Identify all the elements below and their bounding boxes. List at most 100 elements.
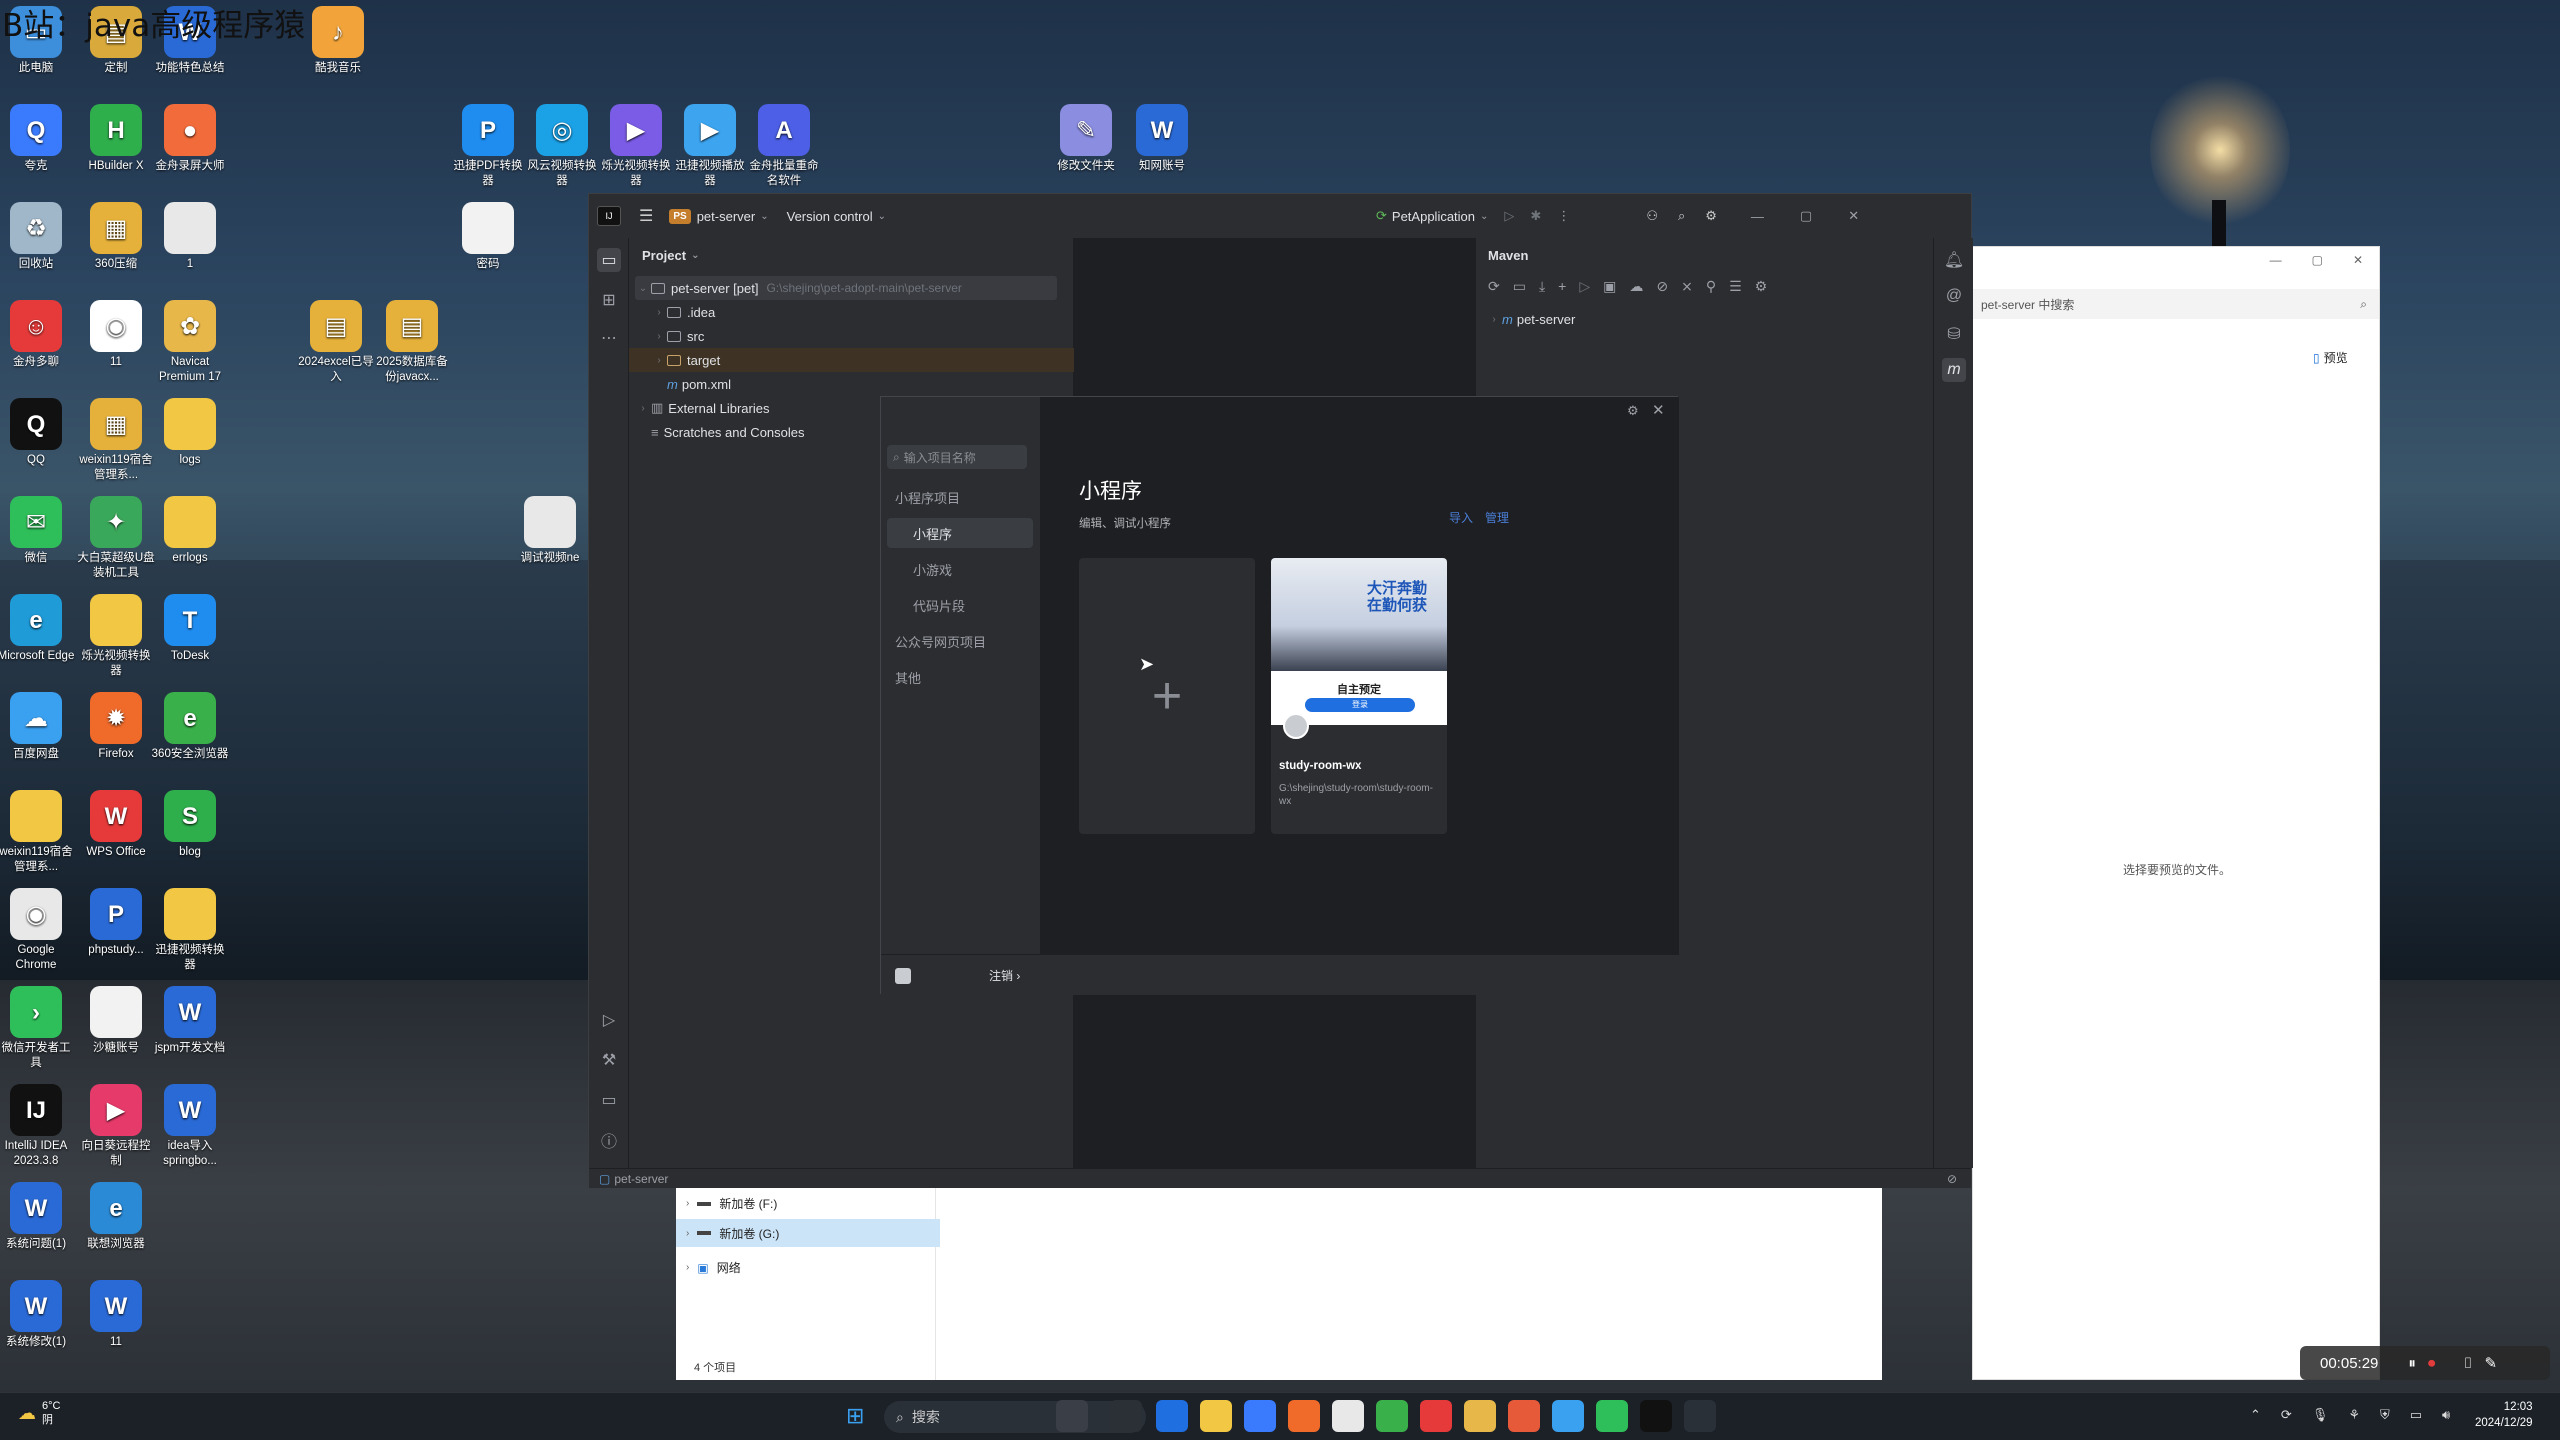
navicat-icon[interactable] (1464, 1400, 1496, 1432)
app-icon-3[interactable] (1508, 1400, 1540, 1432)
collapse-icon[interactable]: ⨯ (1681, 278, 1693, 295)
drive-g[interactable]: › 新加卷 (G:) (676, 1219, 940, 1247)
maximize-icon[interactable]: ▢ (1800, 208, 1812, 224)
microphone-icon[interactable]: 🎙︎ (2312, 1407, 2329, 1423)
minimize-icon[interactable]: — (1751, 209, 1764, 224)
desktop-icon[interactable]: weixin119宿舍管理系... (0, 790, 76, 875)
new-project-card[interactable]: + (1079, 558, 1255, 834)
tree-item-external-libraries[interactable]: › ▥ External Libraries (635, 396, 769, 420)
antivirus-icon[interactable]: ⛨ (2380, 1407, 2390, 1423)
readonly-icon[interactable]: ⊘ (1947, 1172, 1957, 1186)
ime-icon[interactable]: ⚘ (2348, 1407, 2360, 1423)
app-icon-1[interactable] (1056, 1400, 1088, 1432)
download-icon[interactable]: ⤓ (1539, 278, 1545, 295)
folder-icon[interactable]: ▭ (597, 248, 621, 272)
desktop-icon[interactable]: logs (150, 398, 230, 468)
project-selector[interactable]: PS pet-server ⌄ (669, 208, 769, 224)
desktop-icon[interactable]: ▦ 360压缩 (76, 202, 156, 272)
desktop-icon[interactable]: Sblog (150, 790, 230, 860)
lifecycle-icon[interactable]: ▣ (1603, 278, 1616, 295)
firefox-icon[interactable] (1288, 1400, 1320, 1432)
desktop-icon[interactable]: 烁光视频转换器 (76, 594, 156, 679)
maven-project-row[interactable]: › m pet-server (1486, 307, 1575, 331)
close-icon[interactable]: ✕ (2353, 253, 2363, 267)
chrome-icon[interactable] (1332, 1400, 1364, 1432)
browser-icon[interactable] (1376, 1400, 1408, 1432)
desktop-icon[interactable]: W 系统问题(1) (0, 1182, 76, 1252)
weather-widget[interactable]: ☁ 6°C 阴 (18, 1399, 60, 1427)
desktop-icon[interactable]: ◉ Google Chrome (0, 888, 76, 973)
minimize-icon[interactable]: — (2270, 253, 2282, 267)
desktop-icon[interactable]: P 迅捷PDF转换器 (448, 104, 528, 189)
desktop-icon[interactable]: Wjspm开发文档 (150, 986, 230, 1056)
desktop-icon[interactable]: ▤ 2024excel已导入 (296, 300, 376, 385)
skip-tests-icon[interactable]: ⊘ (1656, 278, 1668, 295)
desktop-icon[interactable]: ☁ 百度网盘 (0, 692, 76, 762)
desktop-icon[interactable]: W WPS Office (76, 790, 156, 860)
run-icon[interactable]: ▷ (1579, 278, 1590, 295)
project-card[interactable]: 大汗奔勤 在勤何获 自主预定 登录 study-room-wx G:\sheji… (1271, 558, 1447, 834)
tree-item-src[interactable]: › src (651, 324, 704, 348)
desktop-icon[interactable]: 沙糖账号 (76, 986, 156, 1056)
preview-button[interactable]: ▯ 预览 (2313, 349, 2348, 366)
tree-item-target[interactable]: › target (629, 348, 1074, 372)
nav-mini-game[interactable]: 小游戏 (881, 554, 1041, 584)
tree-item-idea[interactable]: › .idea (651, 300, 715, 324)
desktop-icon[interactable]: ▤ 2025数据库备份javacx... (372, 300, 452, 385)
close-icon[interactable]: ✕ (1848, 208, 1859, 224)
desktop-icon[interactable]: W 系统修改(1) (0, 1280, 76, 1350)
add-icon[interactable]: + (1558, 278, 1566, 295)
analyze-icon[interactable]: ⚲ (1706, 278, 1716, 295)
intellij-icon[interactable] (1640, 1400, 1672, 1432)
camera-icon[interactable]: ⌷ (2463, 1355, 2472, 1372)
desktop-icon[interactable]: ▶ 烁光视频转换器 (596, 104, 676, 189)
offline-icon[interactable]: ☁ (1629, 278, 1643, 295)
ai-assistant-icon[interactable]: @ (1942, 284, 1966, 308)
desktop-icon[interactable]: ◉ 11 (76, 300, 156, 370)
desktop-icon[interactable]: H HBuilder X (76, 104, 156, 174)
show-diagram-icon[interactable]: ☰ (1729, 278, 1742, 295)
desktop-icon[interactable]: ♪ 酷我音乐 (298, 6, 378, 76)
desktop-icon[interactable]: 密码 (448, 202, 528, 272)
open-folder-icon[interactable]: ▭ (1513, 278, 1526, 295)
import-link[interactable]: 导入 (1449, 509, 1473, 526)
desktop-icon[interactable]: › 微信开发者工具 (0, 986, 76, 1071)
drive-f[interactable]: › 新加卷 (F:) (686, 1195, 777, 1212)
nav-other[interactable]: 其他 (881, 662, 1041, 692)
file-explorer-icon[interactable] (1200, 1400, 1232, 1432)
task-view-icon[interactable] (1110, 1400, 1142, 1432)
desktop-icon[interactable]: ♻ 回收站 (0, 202, 76, 272)
status-project[interactable]: pet-server (614, 1172, 668, 1186)
start-icon[interactable]: ⊞ (846, 1403, 864, 1429)
desktop-icon[interactable]: ▶ 向日葵远程控制 (76, 1084, 156, 1169)
more-tools-icon[interactable]: ⋯ (597, 326, 621, 350)
stop-icon[interactable]: ⏺ (2428, 1355, 2436, 1372)
problems-icon[interactable]: ⓘ (597, 1128, 621, 1152)
close-icon[interactable]: ✕ (1652, 401, 1665, 419)
desktop-icon[interactable]: ☺ 金舟多聊 (0, 300, 76, 370)
desktop-icon[interactable]: ✎ 修改文件夹 (1046, 104, 1126, 174)
tree-root[interactable]: ⌄ pet-server [pet] G:\shejing\pet-adopt-… (635, 276, 1057, 300)
more-icon[interactable]: ⋮ (1557, 208, 1570, 224)
desktop-icon[interactable]: 迅捷视频转换器 (150, 888, 230, 973)
tray-app-icon[interactable]: ⟳ (2281, 1407, 2292, 1423)
desktop-icon[interactable]: 调试视频ne (510, 496, 590, 566)
notifications-icon[interactable]: 🔔︎ (1942, 248, 1966, 272)
maximize-icon[interactable]: ▢ (2312, 253, 2323, 267)
search-icon[interactable]: ⌕ (1678, 208, 1685, 224)
desktop-icon[interactable]: T ToDesk (150, 594, 230, 664)
run-icon[interactable]: ▷ (1504, 208, 1514, 224)
run-config-selector[interactable]: ⟳ PetApplication ⌄ (1376, 208, 1488, 224)
manage-link[interactable]: 管理 (1485, 509, 1509, 526)
desktop-icon[interactable]: e 联想浏览器 (76, 1182, 156, 1252)
desktop-icon[interactable]: Widea导入springbo... (150, 1084, 230, 1169)
pen-icon[interactable]: ✎ (2484, 1354, 2497, 1372)
search-bar[interactable]: pet-server 中搜索 ⌕ (1973, 289, 2379, 319)
build-icon[interactable]: ⚒ (597, 1048, 621, 1072)
app-icon-4[interactable] (1552, 1400, 1584, 1432)
volume-icon[interactable]: 🔊︎ (2442, 1407, 2450, 1423)
app-icon-2[interactable] (1420, 1400, 1452, 1432)
network-icon[interactable]: ▭ (2410, 1407, 2422, 1423)
wechat-devtools-icon[interactable] (1684, 1400, 1716, 1432)
desktop-icon[interactable]: ✦ 大白菜超级U盘装机工具 (76, 496, 156, 581)
